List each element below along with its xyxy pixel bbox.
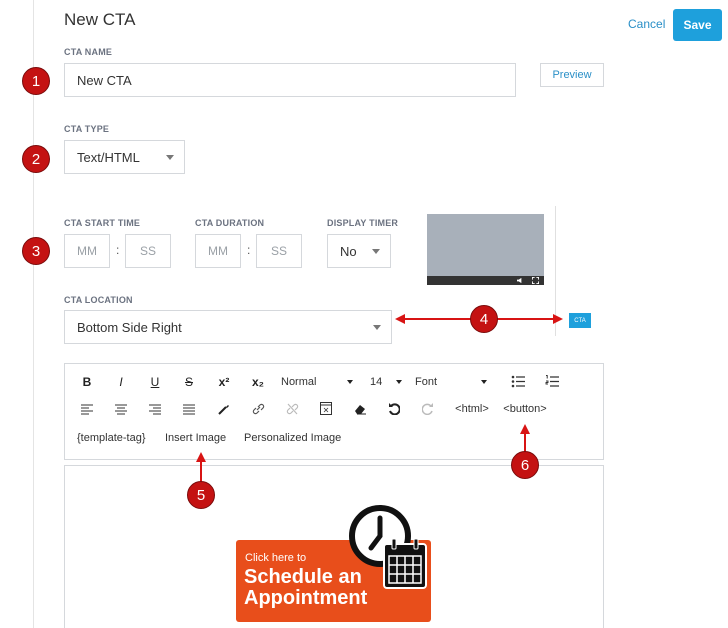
start-seconds-input[interactable]: SS bbox=[125, 234, 171, 268]
cta-type-select[interactable]: Text/HTML bbox=[64, 140, 185, 174]
align-right-icon[interactable] bbox=[149, 404, 161, 415]
cta-position-chip: CTA bbox=[569, 313, 591, 328]
size-select[interactable]: 14 bbox=[370, 374, 404, 390]
video-control-bar bbox=[427, 276, 544, 285]
chevron-down-icon bbox=[347, 380, 353, 384]
chevron-down-icon bbox=[373, 325, 381, 330]
cta-name-input[interactable]: New CTA bbox=[64, 63, 516, 97]
special-character-icon[interactable] bbox=[320, 402, 332, 415]
callout-badge-3: 3 bbox=[22, 237, 50, 265]
subscript-button[interactable]: x₂ bbox=[249, 374, 267, 390]
cta-image-small-text: Click here to bbox=[245, 552, 307, 564]
eraser-icon[interactable] bbox=[354, 403, 367, 415]
video-preview bbox=[427, 214, 544, 285]
preview-button[interactable]: Preview bbox=[540, 63, 604, 87]
chevron-down-icon bbox=[481, 380, 487, 384]
chevron-down-icon bbox=[396, 380, 402, 384]
start-minutes-input[interactable]: MM bbox=[64, 234, 110, 268]
size-value: 14 bbox=[370, 376, 383, 388]
chevron-down-icon bbox=[166, 155, 174, 160]
cancel-button[interactable]: Cancel bbox=[628, 17, 665, 31]
personalized-image-button[interactable]: Personalized Image bbox=[244, 430, 341, 446]
align-justify-icon[interactable] bbox=[183, 404, 195, 415]
editor-content-area[interactable]: Click here to Schedule an Appointment bbox=[64, 465, 604, 628]
font-value: Font bbox=[415, 376, 438, 388]
callout-arrow-6 bbox=[520, 424, 530, 454]
bullet-list-icon[interactable] bbox=[511, 375, 525, 388]
callout-badge-5: 5 bbox=[187, 481, 215, 509]
cta-duration-label: CTA DURATION bbox=[195, 218, 265, 228]
underline-button[interactable]: U bbox=[147, 374, 163, 390]
callout-badge-1: 1 bbox=[22, 67, 50, 95]
bold-button[interactable]: B bbox=[79, 374, 95, 390]
cta-location-select[interactable]: Bottom Side Right bbox=[64, 310, 392, 344]
cta-type-label: CTA TYPE bbox=[64, 124, 110, 134]
display-timer-value: No bbox=[340, 243, 357, 259]
superscript-button[interactable]: x² bbox=[215, 374, 233, 390]
cta-image-line1: Schedule an bbox=[244, 566, 362, 588]
fullscreen-icon bbox=[532, 277, 539, 284]
cta-name-label: CTA NAME bbox=[64, 47, 113, 57]
clock-calendar-icon bbox=[349, 505, 427, 589]
callout-badge-6: 6 bbox=[511, 451, 539, 479]
cta-location-label: CTA LOCATION bbox=[64, 295, 133, 305]
redo-icon[interactable] bbox=[422, 402, 434, 415]
callout-badge-4: 4 bbox=[470, 305, 498, 333]
numbered-list-icon[interactable] bbox=[545, 375, 559, 388]
format-value: Normal bbox=[281, 376, 317, 388]
link-icon[interactable] bbox=[252, 403, 265, 415]
unlink-icon[interactable] bbox=[286, 403, 299, 415]
italic-button[interactable]: I bbox=[113, 374, 129, 390]
callout-arrow-5 bbox=[196, 452, 206, 482]
color-picker-icon[interactable] bbox=[218, 402, 230, 415]
start-colon: : bbox=[116, 243, 120, 257]
format-select[interactable]: Normal bbox=[281, 374, 357, 390]
insert-image-button[interactable]: Insert Image bbox=[165, 430, 226, 446]
cta-location-value: Bottom Side Right bbox=[77, 319, 182, 335]
duration-colon: : bbox=[247, 243, 251, 257]
html-tag-button[interactable]: <html> bbox=[453, 401, 491, 417]
display-timer-select[interactable]: No bbox=[327, 234, 391, 268]
undo-icon[interactable] bbox=[388, 402, 400, 415]
display-timer-label: DISPLAY TIMER bbox=[327, 218, 399, 228]
callout-badge-2: 2 bbox=[22, 145, 50, 173]
cta-start-time-label: CTA START TIME bbox=[64, 218, 141, 228]
save-button[interactable]: Save bbox=[673, 9, 722, 41]
volume-icon bbox=[517, 277, 522, 284]
duration-seconds-input[interactable]: SS bbox=[256, 234, 302, 268]
align-left-icon[interactable] bbox=[81, 404, 93, 415]
cta-type-value: Text/HTML bbox=[77, 149, 140, 165]
duration-minutes-input[interactable]: MM bbox=[195, 234, 241, 268]
template-tag-button[interactable]: {template-tag} bbox=[77, 430, 146, 446]
align-center-icon[interactable] bbox=[115, 404, 127, 415]
chevron-down-icon bbox=[372, 249, 380, 254]
font-select[interactable]: Font bbox=[415, 374, 491, 390]
page-title: New CTA bbox=[64, 10, 136, 29]
strikethrough-button[interactable]: S bbox=[181, 374, 197, 390]
button-tag-button[interactable]: <button> bbox=[502, 401, 548, 417]
